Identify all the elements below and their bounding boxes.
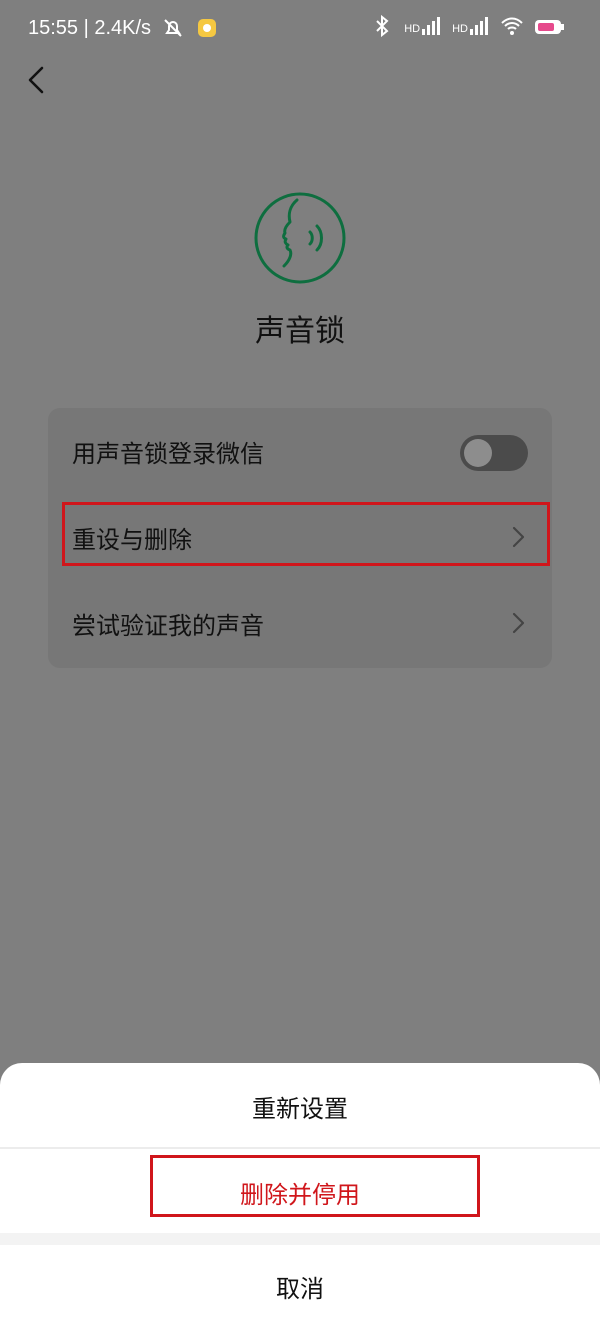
- chevron-right-icon: [512, 612, 525, 634]
- row-label: 重设与删除: [72, 525, 192, 554]
- row-label: 尝试验证我的声音: [72, 611, 264, 640]
- wifi-icon: [501, 17, 523, 35]
- toggle-knob: [464, 439, 492, 467]
- mute-bell-icon: [164, 19, 182, 37]
- hd-label-2: HD: [452, 23, 468, 35]
- bluetooth-icon: [376, 14, 389, 38]
- status-right: HD HD: [370, 14, 566, 38]
- app-notification-icon: [198, 19, 217, 37]
- signal-bars-icon: [470, 17, 488, 35]
- sheet-divider: [0, 1147, 600, 1149]
- action-sheet: 重新设置 删除并停用 取消: [0, 1063, 600, 1333]
- signal-1: HD: [404, 17, 442, 35]
- status-bar: 15:55 | 2.4K/s HD HD: [0, 0, 600, 56]
- delete-disable-button[interactable]: 删除并停用: [0, 1175, 600, 1210]
- row-label: 用声音锁登录微信: [72, 439, 264, 468]
- page-title: 声音锁: [255, 314, 345, 349]
- signal-2: HD: [452, 17, 490, 35]
- hd-label-1: HD: [404, 23, 421, 35]
- battery-icon: [535, 20, 564, 34]
- reset-button[interactable]: 重新设置: [0, 1089, 600, 1124]
- settings-card: 用声音锁登录微信 重设与删除 尝试验证我的声音: [48, 408, 552, 668]
- signal-bars-icon: [422, 17, 441, 35]
- chevron-right-icon: [512, 526, 525, 548]
- row-reset-delete[interactable]: 重设与删除: [48, 494, 552, 580]
- status-time-speed: 15:55 | 2.4K/s: [28, 17, 152, 39]
- cancel-button[interactable]: 取消: [0, 1269, 600, 1304]
- voice-face-icon: [254, 192, 346, 284]
- chevron-left-icon: [28, 66, 44, 94]
- row-verify-voice[interactable]: 尝试验证我的声音: [48, 580, 552, 666]
- status-left: 15:55 | 2.4K/s: [28, 14, 219, 42]
- sheet-gap: [0, 1233, 600, 1245]
- back-button[interactable]: [14, 58, 58, 102]
- row-voice-login[interactable]: 用声音锁登录微信: [48, 408, 552, 494]
- voice-login-toggle[interactable]: [460, 435, 528, 471]
